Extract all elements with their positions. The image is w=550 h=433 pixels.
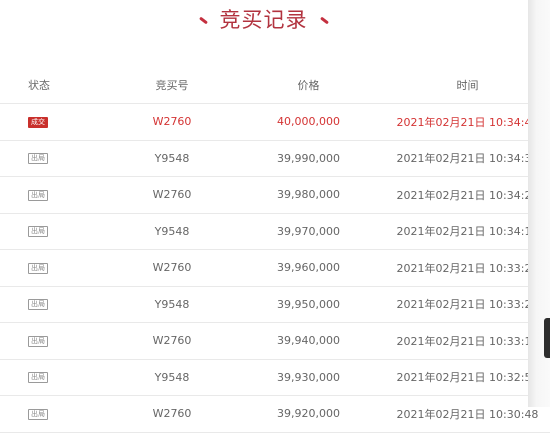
status-badge: 出局 bbox=[28, 189, 48, 201]
time-cell: 2021年02月21日 10:34:26 bbox=[376, 176, 550, 214]
right-decoration-mark bbox=[319, 16, 329, 24]
time-cell: 2021年02月21日 10:33:23 bbox=[376, 286, 550, 323]
status-badge: 成交 bbox=[28, 116, 48, 128]
left-decoration-mark bbox=[198, 16, 208, 24]
bid-number-cell: Y9548 bbox=[103, 359, 241, 396]
table-row: 出局 Y9548 39,970,000 2021年02月21日 10:34:17 bbox=[0, 213, 550, 250]
bid-number-cell: W2760 bbox=[103, 322, 241, 360]
column-header-bid-number: 竞买号 bbox=[103, 67, 241, 104]
bid-records-table: 状态 竞买号 价格 时间 成交 W2760 40,000,000 2021年02… bbox=[0, 67, 550, 433]
status-badge: 出局 bbox=[28, 262, 48, 274]
bid-number-cell: W2760 bbox=[103, 176, 241, 214]
table-row: 出局 W2760 39,960,000 2021年02月21日 10:33:29 bbox=[0, 249, 550, 287]
time-cell: 2021年02月21日 10:33:12 bbox=[376, 322, 550, 360]
time-cell: 2021年02月21日 10:33:29 bbox=[376, 249, 550, 287]
bid-number-cell: W2760 bbox=[103, 103, 241, 141]
column-header-time: 时间 bbox=[376, 67, 550, 104]
table-row: 出局 Y9548 39,990,000 2021年02月21日 10:34:35 bbox=[0, 140, 550, 177]
status-badge: 出局 bbox=[28, 372, 48, 384]
time-cell: 2021年02月21日 10:34:35 bbox=[376, 140, 550, 177]
price-cell: 39,980,000 bbox=[241, 176, 376, 214]
price-cell: 39,970,000 bbox=[241, 213, 376, 250]
table-row: 出局 W2760 39,940,000 2021年02月21日 10:33:12 bbox=[0, 322, 550, 360]
bid-number-cell: W2760 bbox=[103, 249, 241, 287]
time-cell: 2021年02月21日 10:30:48 bbox=[376, 395, 550, 433]
table-row: 出局 Y9548 39,930,000 2021年02月21日 10:32:56 bbox=[0, 359, 550, 396]
page-header: 竞买记录 bbox=[0, 0, 527, 40]
price-cell: 40,000,000 bbox=[241, 103, 376, 141]
price-cell: 39,920,000 bbox=[241, 395, 376, 433]
bid-number-cell: Y9548 bbox=[103, 213, 241, 250]
time-cell: 2021年02月21日 10:34:17 bbox=[376, 213, 550, 250]
status-badge: 出局 bbox=[28, 408, 48, 420]
price-cell: 39,990,000 bbox=[241, 140, 376, 177]
table-row: 出局 Y9548 39,950,000 2021年02月21日 10:33:23 bbox=[0, 286, 550, 323]
time-cell: 2021年02月21日 10:34:45 bbox=[376, 103, 550, 141]
price-cell: 39,950,000 bbox=[241, 286, 376, 323]
status-badge: 出局 bbox=[28, 299, 48, 311]
status-badge: 出局 bbox=[28, 335, 48, 347]
table-row: 出局 W2760 39,920,000 2021年02月21日 10:30:48 bbox=[0, 395, 550, 433]
column-header-status: 状态 bbox=[0, 67, 103, 104]
status-badge: 出局 bbox=[28, 153, 48, 165]
table-row: 成交 W2760 40,000,000 2021年02月21日 10:34:45 bbox=[0, 103, 550, 141]
scrollbar-handle[interactable] bbox=[544, 318, 550, 358]
price-cell: 39,960,000 bbox=[241, 249, 376, 287]
bid-number-cell: Y9548 bbox=[103, 140, 241, 177]
column-header-price: 价格 bbox=[241, 67, 376, 104]
table-row: 出局 W2760 39,980,000 2021年02月21日 10:34:26 bbox=[0, 176, 550, 214]
table-header-row: 状态 竞买号 价格 时间 bbox=[0, 67, 550, 104]
price-cell: 39,940,000 bbox=[241, 322, 376, 360]
price-cell: 39,930,000 bbox=[241, 359, 376, 396]
page-title: 竞买记录 bbox=[219, 7, 308, 32]
bid-number-cell: Y9548 bbox=[103, 286, 241, 323]
status-badge: 出局 bbox=[28, 226, 48, 238]
scrollbar-track[interactable] bbox=[528, 0, 550, 407]
bid-number-cell: W2760 bbox=[103, 395, 241, 433]
time-cell: 2021年02月21日 10:32:56 bbox=[376, 359, 550, 396]
